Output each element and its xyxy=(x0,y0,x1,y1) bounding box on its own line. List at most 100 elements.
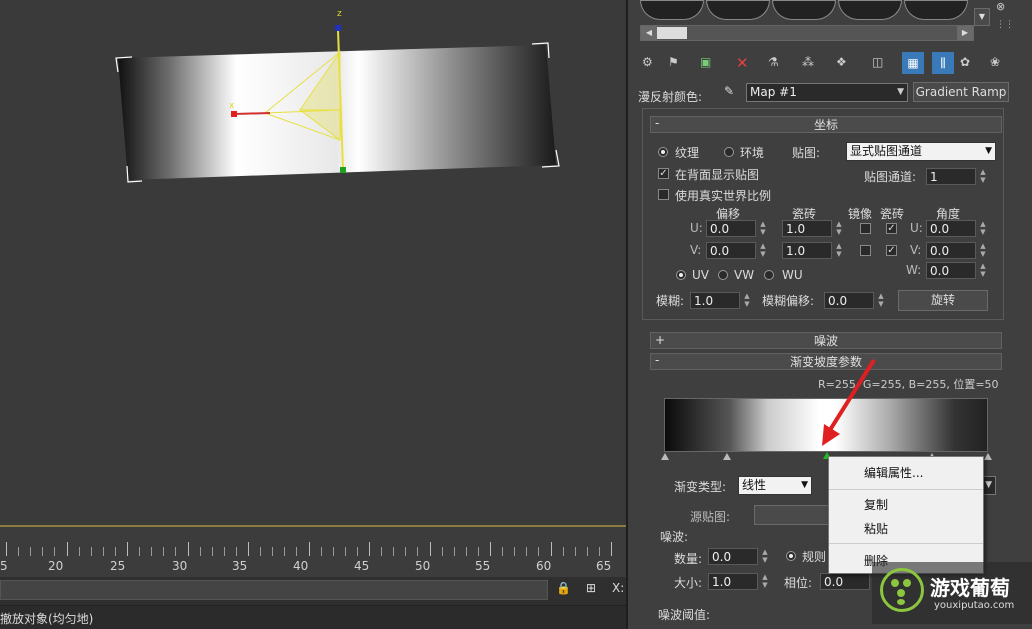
scroll-thumb[interactable] xyxy=(657,27,687,39)
v-tiling-field[interactable]: 1.0 xyxy=(782,242,832,259)
noise-amount-field[interactable]: 0.0 xyxy=(708,548,758,565)
blur-field[interactable]: 1.0 xyxy=(690,292,740,309)
unique-icon[interactable]: ⁂ xyxy=(802,55,814,69)
x-handle[interactable] xyxy=(231,111,237,117)
coord-x-label: X: xyxy=(612,581,625,595)
ruler-label: 55 xyxy=(475,559,491,573)
noise-amount-spinner[interactable]: ▲ ▼ xyxy=(760,548,770,566)
u-mirror-checkbox[interactable] xyxy=(860,223,871,234)
prompt-field[interactable] xyxy=(0,580,548,600)
v-offset-spinner[interactable]: ▲ ▼ xyxy=(758,242,768,260)
ruler-tick xyxy=(102,547,104,556)
sample-slot[interactable] xyxy=(706,0,770,20)
vw-radio[interactable] xyxy=(718,270,728,280)
noise-rollout-header[interactable]: + 噪波 xyxy=(650,332,1002,349)
diffuse-color-label: 漫反射颜色: xyxy=(638,90,703,104)
go-sibling-icon[interactable]: ❀ xyxy=(990,55,1000,69)
z-handle[interactable] xyxy=(335,25,341,31)
y-handle[interactable] xyxy=(340,167,346,173)
blur-spinner[interactable]: ▲ ▼ xyxy=(742,292,752,310)
source-map-button[interactable] xyxy=(754,505,834,525)
u-tile-checkbox[interactable]: ✓ xyxy=(886,223,897,234)
environ-radio[interactable] xyxy=(724,147,734,157)
real-world-checkbox[interactable] xyxy=(658,189,669,200)
wu-radio[interactable] xyxy=(764,270,774,280)
rotate-button[interactable]: 旋转 xyxy=(898,290,988,311)
timeline-ruler[interactable]: 5 20 25 30 35 40 45 50 55 60 65 xyxy=(0,525,626,577)
v-tile-checkbox[interactable]: ✓ xyxy=(886,245,897,256)
blur-offset-spinner[interactable]: ▲ ▼ xyxy=(876,292,886,310)
uv-label: UV xyxy=(692,268,709,282)
scroll-right-icon[interactable]: ▶ xyxy=(957,26,973,40)
noise-size-field[interactable]: 1.0 xyxy=(708,573,758,590)
ruler-tick xyxy=(453,547,455,556)
viewport[interactable]: x z xyxy=(0,0,626,525)
v-angle-spinner[interactable]: ▲ ▼ xyxy=(978,242,988,260)
ramp-marker[interactable] xyxy=(661,453,669,460)
w-angle-spinner[interactable]: ▲ ▼ xyxy=(978,262,988,280)
sample-slot[interactable] xyxy=(904,0,968,20)
u-offset-spinner[interactable]: ▲ ▼ xyxy=(758,220,768,238)
menu-edit-properties[interactable]: 编辑属性... xyxy=(864,464,923,481)
menu-paste[interactable]: 粘贴 xyxy=(864,520,888,537)
v-angle-field[interactable]: 0.0 xyxy=(926,242,976,259)
scroll-left-icon[interactable]: ◀ xyxy=(641,26,657,40)
material-id-icon[interactable]: ❖ xyxy=(836,55,847,69)
regular-label: 规则 xyxy=(802,550,827,564)
u-tiling-spinner[interactable]: ▲ ▼ xyxy=(834,220,844,238)
noise-size-spinner[interactable]: ▲ ▼ xyxy=(760,573,770,591)
ruler-tick xyxy=(417,547,419,556)
delete-icon[interactable]: ✕ xyxy=(736,54,749,72)
gradient-type-select[interactable]: 线性 xyxy=(738,476,812,495)
coordinates-header[interactable]: - 坐标 xyxy=(650,116,1002,133)
go-parent-icon[interactable]: ✿ xyxy=(960,55,970,69)
assign-icon[interactable]: ▣ xyxy=(700,55,711,69)
ramp-marker[interactable] xyxy=(984,453,992,460)
texture-radio[interactable] xyxy=(658,147,668,157)
show-end-result-icon[interactable]: ⫼ xyxy=(932,52,954,74)
w-angle-field[interactable]: 0.0 xyxy=(926,262,976,279)
ramp-marker[interactable] xyxy=(723,453,731,460)
sample-slot[interactable] xyxy=(838,0,902,20)
put-to-scene-icon[interactable]: ⚑ xyxy=(668,55,679,69)
noise-phase-field[interactable]: 0.0 xyxy=(820,573,870,590)
regular-radio[interactable] xyxy=(786,551,796,561)
v-offset-field[interactable]: 0.0 xyxy=(706,242,756,259)
lock-icon[interactable]: 🔒 xyxy=(556,581,571,595)
noise-size-label: 大小: xyxy=(674,576,703,590)
copy-material-icon[interactable]: ⚗ xyxy=(768,55,779,69)
get-material-icon[interactable]: ⚙ xyxy=(642,55,653,69)
eyedropper-icon[interactable]: ✎ xyxy=(724,84,734,98)
map-name-select[interactable]: Map #1 xyxy=(746,83,908,102)
ruler-tick xyxy=(175,547,177,556)
ruler-label: 35 xyxy=(232,559,248,573)
sample-slot[interactable] xyxy=(640,0,704,20)
channel-field[interactable]: 1 xyxy=(926,168,976,185)
sample-dropdown-button[interactable]: ▼ xyxy=(974,8,990,26)
slot-scrollbar[interactable]: ◀ ▶ xyxy=(640,25,974,41)
sample-slot[interactable] xyxy=(772,0,836,20)
pick-icon[interactable]: ⊗ xyxy=(996,0,1005,13)
mapping-select[interactable]: 显式贴图通道 xyxy=(846,142,996,161)
noise-amount-label: 数量: xyxy=(674,552,703,566)
ruler-tick xyxy=(235,547,237,556)
show-back-checkbox[interactable]: ✓ xyxy=(658,168,669,179)
transform-mode-icon[interactable]: ⊞ xyxy=(586,581,596,595)
environ-label: 环境 xyxy=(740,146,765,160)
show-map-icon[interactable]: ▦ xyxy=(902,52,924,74)
options-icon[interactable]: ⋮⋮ xyxy=(996,20,1014,30)
u-offset-field[interactable]: 0.0 xyxy=(706,220,756,237)
u-angle-spinner[interactable]: ▲ ▼ xyxy=(978,220,988,238)
show-shaded-icon[interactable]: ◫ xyxy=(872,55,883,69)
channel-spinner[interactable]: ▲ ▼ xyxy=(978,168,988,186)
menu-copy[interactable]: 复制 xyxy=(864,496,888,513)
v-tiling-spinner[interactable]: ▲ ▼ xyxy=(834,242,844,260)
u-angle-field[interactable]: 0.0 xyxy=(926,220,976,237)
blur-offset-field[interactable]: 0.0 xyxy=(824,292,874,309)
ruler-label: 60 xyxy=(536,559,552,573)
u-label: U: xyxy=(690,221,703,235)
map-type-button[interactable]: Gradient Ramp xyxy=(913,82,1009,102)
v-mirror-checkbox[interactable] xyxy=(860,245,871,256)
u-tiling-field[interactable]: 1.0 xyxy=(782,220,832,237)
uv-radio[interactable] xyxy=(676,270,686,280)
